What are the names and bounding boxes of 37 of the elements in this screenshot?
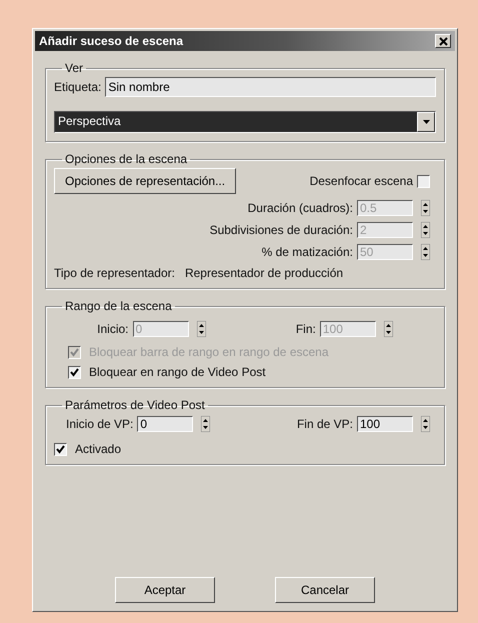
group-title: Ver bbox=[64, 61, 84, 75]
spinner-label: Fin: bbox=[296, 322, 316, 336]
checkbox[interactable] bbox=[54, 442, 67, 456]
checkbox-label: Activado bbox=[75, 442, 122, 456]
spinner-label: Inicio de VP: bbox=[66, 417, 134, 431]
checkbox-label: Bloquear en rango de Video Post bbox=[89, 365, 266, 379]
checkbox[interactable] bbox=[417, 174, 430, 188]
spinner-arrows-icon[interactable] bbox=[421, 416, 430, 432]
group-title: Parámetros de Video Post bbox=[64, 398, 206, 412]
spinner-label: % de matización: bbox=[262, 245, 353, 259]
spinner-arrows-icon[interactable] bbox=[421, 200, 430, 216]
spinner-label: Subdivisiones de duración: bbox=[210, 223, 353, 237]
dialog-button[interactable]: Aceptar bbox=[115, 577, 215, 603]
spinner-arrows-icon[interactable] bbox=[196, 321, 206, 337]
spinner-label: Inicio: bbox=[97, 322, 129, 336]
renderer-label: Tipo de representador: bbox=[54, 266, 175, 280]
group-title: Opciones de la escena bbox=[64, 152, 188, 166]
render-options-button[interactable]: Opciones de representación... bbox=[54, 168, 236, 194]
spinner-arrows-icon[interactable] bbox=[421, 244, 430, 260]
checkbox-label: Bloquear barra de rango en rango de escena bbox=[89, 345, 329, 359]
close-button[interactable] bbox=[435, 34, 451, 48]
checkbox[interactable] bbox=[68, 366, 81, 378]
number-input[interactable]: 100 bbox=[357, 416, 413, 432]
spinner-arrows-icon[interactable] bbox=[201, 416, 210, 432]
field-label: Etiqueta: bbox=[54, 80, 102, 94]
renderer-value: Representador de producción bbox=[184, 266, 344, 280]
group-title: Rango de la escena bbox=[64, 299, 173, 313]
checkbox-label: Desenfocar escena bbox=[310, 174, 413, 188]
spinner-arrows-icon[interactable] bbox=[384, 321, 393, 337]
spinner-label: Fin de VP: bbox=[296, 417, 353, 431]
dialog-button[interactable]: Cancelar bbox=[275, 577, 375, 603]
window-title: Añadir suceso de escena bbox=[39, 34, 184, 48]
label-input[interactable]: Sin nombre bbox=[105, 77, 436, 97]
spinner-arrows-icon[interactable] bbox=[421, 222, 430, 238]
number-input[interactable]: 0 bbox=[137, 416, 194, 432]
close-icon bbox=[438, 36, 448, 46]
spinner-label: Duración (cuadros): bbox=[248, 201, 353, 215]
